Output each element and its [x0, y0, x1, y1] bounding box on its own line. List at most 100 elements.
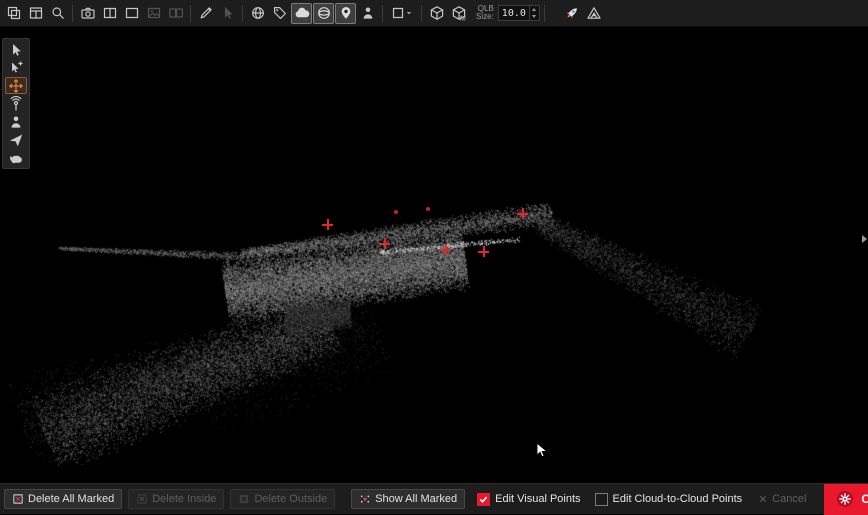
zoom-extents-button[interactable] — [47, 3, 68, 24]
delete-outside-button[interactable]: Delete Outside — [230, 489, 335, 509]
image-icon — [146, 5, 162, 21]
zoomfit-icon — [50, 5, 66, 21]
sphere-icon — [316, 5, 332, 21]
show-all-marked-label: Show All Marked — [375, 493, 457, 505]
qlb-size-label: QLBSize: — [476, 5, 494, 21]
plane-icon — [8, 132, 24, 148]
tag-points-button[interactable] — [269, 3, 290, 24]
control-point-cross-marker[interactable] — [517, 208, 528, 219]
optimize-bundle-button[interactable]: Optimize Bundle — [824, 484, 868, 515]
teapot-icon — [8, 150, 24, 166]
move-icon — [8, 78, 24, 94]
display-mode-button[interactable] — [387, 3, 417, 24]
edit-cloud-to-cloud-points-checkbox-box[interactable] — [595, 493, 608, 506]
right-panel-expander[interactable] — [860, 231, 868, 247]
point-cloud-viewport[interactable] — [0, 27, 868, 483]
bounding-cube-button[interactable] — [426, 3, 447, 24]
move-tool-button[interactable] — [5, 77, 27, 94]
person-icon — [8, 114, 24, 130]
globe-icon — [250, 5, 266, 21]
delete-outside-icon — [238, 493, 250, 505]
person-view-tool-button[interactable] — [5, 113, 27, 130]
optimize-rocket-button[interactable] — [562, 3, 583, 24]
control-point-dot-marker[interactable] — [426, 207, 430, 211]
window-layout-button[interactable] — [25, 3, 46, 24]
edit-visual-points-checkbox[interactable]: Edit Visual Points — [477, 493, 580, 506]
cloud-icon — [294, 5, 310, 21]
svg-text:M: M — [460, 16, 466, 22]
delete-inside-label: Delete Inside — [152, 493, 216, 505]
cursor-icon — [8, 42, 24, 58]
split-view-button[interactable] — [99, 3, 120, 24]
chevron-down-icon — [404, 8, 414, 18]
image-pair-view-button[interactable] — [165, 3, 186, 24]
select-tool-button[interactable] — [5, 41, 27, 58]
sphere-display-button[interactable] — [313, 3, 334, 24]
control-point-cross-marker[interactable] — [478, 246, 489, 257]
show-all-marked-icon — [359, 493, 371, 505]
point-cloud-display-button[interactable] — [291, 3, 312, 24]
camera-view-button[interactable] — [77, 3, 98, 24]
globe-display-button[interactable] — [247, 3, 268, 24]
person-icon — [360, 5, 376, 21]
delete-inside-button[interactable]: Delete Inside — [128, 489, 224, 509]
toolbar-separator — [382, 5, 383, 22]
person-pin-button[interactable] — [357, 3, 378, 24]
delete-outside-label: Delete Outside — [254, 493, 327, 505]
cancel-button[interactable]: Cancel — [752, 492, 812, 506]
layers-icon — [6, 5, 22, 21]
render-tool-button[interactable] — [5, 149, 27, 166]
measure-tool-button[interactable] — [195, 3, 216, 24]
toolbar-separator — [190, 5, 191, 22]
qlb-size-value: 10.0 — [499, 8, 529, 19]
top-toolbar: M QLBSize: 10.0 — [0, 0, 868, 27]
delete-all-marked-button[interactable]: Delete All Marked — [4, 489, 122, 509]
camera-icon — [80, 5, 96, 21]
optimize-bundle-icon — [836, 490, 854, 508]
signal-tool-button[interactable] — [5, 95, 27, 112]
cursor-star-icon — [8, 60, 24, 76]
model-cube-button[interactable]: M — [448, 3, 469, 24]
select-marked-tool-button[interactable] — [5, 59, 27, 76]
windows-icon — [28, 5, 44, 21]
viewsplit-icon — [102, 5, 118, 21]
cube-m-icon: M — [451, 5, 467, 21]
control-point-dot-marker[interactable] — [394, 210, 398, 214]
show-all-marked-button[interactable]: Show All Marked — [351, 489, 465, 509]
delete-all-marked-label: Delete All Marked — [28, 493, 114, 505]
edit-cloud-to-cloud-points-label: Edit Cloud-to-Cloud Points — [613, 493, 743, 505]
cursor-icon — [220, 5, 236, 21]
fly-tool-button[interactable] — [5, 131, 27, 148]
image-view-button[interactable] — [143, 3, 164, 24]
edit-visual-points-checkbox-box[interactable] — [477, 493, 490, 506]
edit-visual-points-label: Edit Visual Points — [495, 493, 580, 505]
pin-icon — [338, 5, 354, 21]
scene-layers-button[interactable] — [3, 3, 24, 24]
optimize-bundle-label: Optimize Bundle — [861, 492, 868, 506]
mesh-tool-button[interactable] — [584, 3, 605, 24]
rocket-icon — [564, 5, 580, 21]
cube-icon — [429, 5, 445, 21]
pick-tool-button[interactable] — [217, 3, 238, 24]
gcp-pin-button[interactable] — [335, 3, 356, 24]
single-view-button[interactable] — [121, 3, 142, 24]
edit-cloud-to-cloud-points-checkbox[interactable]: Edit Cloud-to-Cloud Points — [595, 493, 743, 506]
tag-icon — [272, 5, 288, 21]
close-icon — [758, 494, 768, 504]
toolbar-separator — [72, 5, 73, 22]
imagepair-icon — [168, 5, 184, 21]
toolbar-separator — [544, 5, 545, 22]
mesh-icon — [586, 5, 602, 21]
qlb-size-spinner[interactable] — [529, 6, 539, 20]
control-point-cross-marker[interactable] — [440, 244, 451, 255]
delete-inside-icon — [136, 493, 148, 505]
antenna-icon — [8, 96, 24, 112]
viewsingle-icon — [124, 5, 140, 21]
bottom-toolbar: Delete All Marked Delete Inside Delete Out… — [0, 483, 868, 514]
left-tool-palette — [2, 38, 30, 169]
toolbar-separator — [421, 5, 422, 22]
cancel-label: Cancel — [772, 493, 806, 505]
control-point-cross-marker[interactable] — [379, 238, 390, 249]
qlb-size-input[interactable]: 10.0 — [498, 5, 540, 21]
control-point-cross-marker[interactable] — [322, 219, 333, 230]
